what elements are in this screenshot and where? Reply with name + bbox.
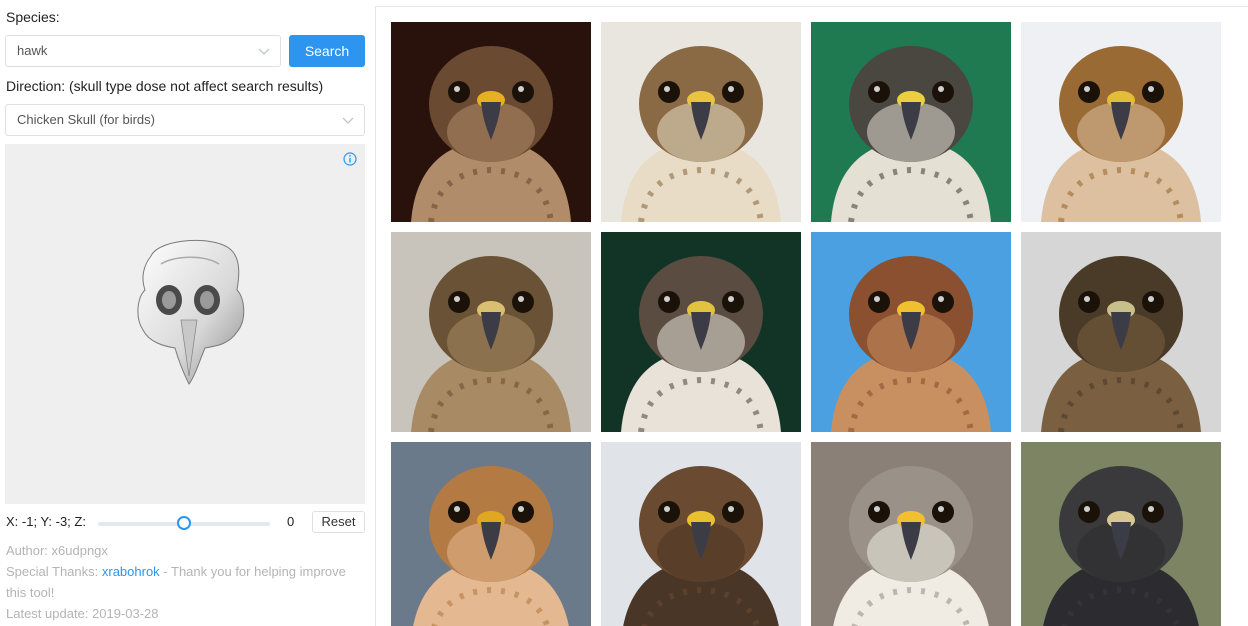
hawk-photo-icon <box>811 442 1011 626</box>
result-image-4[interactable] <box>1021 22 1221 222</box>
species-label: Species: <box>6 9 60 25</box>
result-image-8[interactable] <box>1021 232 1221 432</box>
hawk-photo-icon <box>811 22 1011 222</box>
result-image-7[interactable] <box>811 232 1011 432</box>
hawk-photo-icon <box>601 22 801 222</box>
z-slider-value: 0 <box>287 514 295 529</box>
hawk-photo-icon <box>391 22 591 222</box>
hawk-photo-icon <box>601 232 801 432</box>
species-select[interactable]: hawk <box>5 35 281 67</box>
rotation-readout: X: -1; Y: -3; Z: <box>6 514 86 529</box>
hawk-photo-icon <box>1021 232 1221 432</box>
skull-3d-viewer[interactable] <box>5 144 365 504</box>
result-image-9[interactable] <box>391 442 591 626</box>
hawk-photo-icon <box>1021 442 1221 626</box>
z-slider-handle[interactable] <box>177 516 191 530</box>
result-image-6[interactable] <box>601 232 801 432</box>
thanks-prefix: Special Thanks: <box>6 564 102 579</box>
result-image-11[interactable] <box>811 442 1011 626</box>
search-button[interactable]: Search <box>289 35 365 67</box>
hawk-photo-icon <box>811 232 1011 432</box>
result-image-3[interactable] <box>811 22 1011 222</box>
result-image-2[interactable] <box>601 22 801 222</box>
species-value: hawk <box>17 43 48 58</box>
info-icon[interactable] <box>343 152 357 166</box>
skull-model-icon[interactable] <box>133 234 245 386</box>
result-image-10[interactable] <box>601 442 801 626</box>
author-text: Author: x6udpngx <box>6 543 108 558</box>
chevron-down-icon <box>258 48 270 55</box>
skull-type-select[interactable]: Chicken Skull (for birds) <box>5 104 365 136</box>
skull-type-value: Chicken Skull (for birds) <box>17 112 155 127</box>
latest-update: Latest update: 2019-03-28 <box>6 606 159 621</box>
hawk-photo-icon <box>391 442 591 626</box>
results-panel <box>375 6 1248 626</box>
thanks-user-link[interactable]: xrabohrok <box>102 564 160 579</box>
search-panel: Species: hawk Search Direction: (skull t… <box>0 0 372 626</box>
result-image-5[interactable] <box>391 232 591 432</box>
hawk-photo-icon <box>391 232 591 432</box>
reset-button[interactable]: Reset <box>312 511 365 533</box>
hawk-photo-icon <box>601 442 801 626</box>
result-grid <box>391 22 1221 626</box>
hawk-photo-icon <box>1021 22 1221 222</box>
direction-label: Direction: (skull type dose not affect s… <box>6 78 324 94</box>
chevron-down-icon <box>342 117 354 124</box>
result-image-12[interactable] <box>1021 442 1221 626</box>
result-image-1[interactable] <box>391 22 591 222</box>
special-thanks: Special Thanks: xrabohrok - Thank you fo… <box>6 561 346 603</box>
